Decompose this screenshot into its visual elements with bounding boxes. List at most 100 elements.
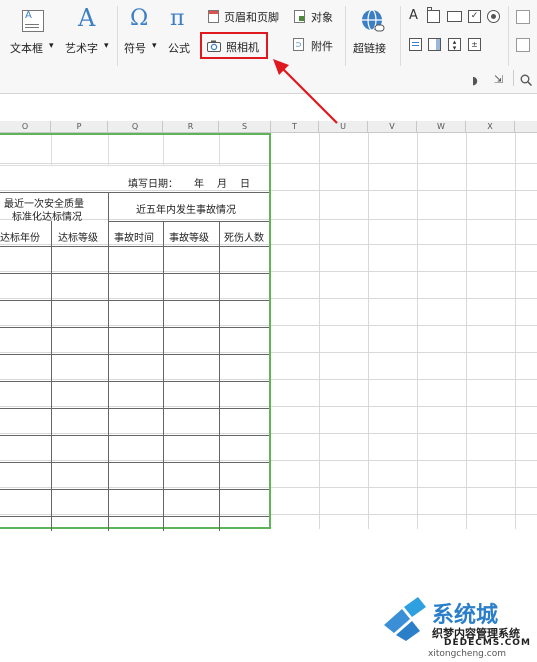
camera-icon (207, 40, 221, 52)
ribbon-separator (508, 6, 509, 66)
sub-header-cell: 达标年份 (0, 233, 40, 244)
ribbon-separator (400, 6, 401, 66)
column-header[interactable]: Q (108, 121, 163, 132)
attachment-icon: ⊃ (293, 38, 304, 51)
table-line (108, 221, 269, 222)
textbox-button[interactable]: A 文本框 ▾ (6, 4, 60, 62)
fill-date-label: 填写日期： (128, 179, 178, 190)
table-line (108, 192, 109, 531)
watermark-url: xitongcheng.com (428, 649, 506, 659)
header-footer-button[interactable]: 页眉和页脚 (206, 8, 290, 26)
table-line (163, 221, 164, 531)
table-line (0, 435, 269, 436)
column-header[interactable]: S (219, 121, 271, 132)
globe-link-icon (362, 9, 385, 32)
sub-header-cell: 达标等级 (58, 233, 98, 244)
spreadsheet-grid[interactable]: 填写日期： 年 月 日 最近一次安全质量 标准化达标情况 近五年内发生事故情况 … (0, 133, 537, 659)
column-header[interactable]: W (417, 121, 466, 132)
table-line (0, 462, 269, 463)
annotation-arrow (273, 59, 338, 124)
table-line (219, 135, 220, 165)
attachment-button[interactable]: ⊃ 附件 (292, 37, 340, 55)
grid-line (515, 133, 516, 529)
sub-header-cell: 事故等级 (169, 233, 209, 244)
column-header[interactable]: O (0, 121, 51, 132)
header-footer-icon (208, 10, 219, 23)
object-button[interactable]: 对象 (293, 8, 337, 26)
rectangle-control-icon[interactable] (447, 11, 462, 22)
scrollbar-control-icon[interactable]: ± (468, 38, 481, 51)
table-line (0, 408, 269, 409)
column-header[interactable]: X (466, 121, 515, 132)
table-line (0, 246, 269, 247)
header-right: 近五年内发生事故情况 (136, 205, 236, 216)
textbox-dropdown-icon: ▾ (49, 41, 54, 51)
table-line (0, 300, 269, 301)
watermark-site-2: DEDECMS.COM (444, 638, 531, 648)
checkbox-control-icon[interactable]: ✓ (468, 10, 481, 23)
month-label: 月 (217, 179, 227, 190)
formula-button[interactable]: π 公式 (164, 4, 198, 62)
ribbon-separator (117, 6, 118, 66)
windows-logo-icon (384, 597, 426, 641)
table-line (0, 381, 269, 382)
hyperlink-button[interactable]: 超链接 (349, 4, 397, 62)
table-line (0, 516, 269, 517)
wordart-button[interactable]: A 艺术字 ▾ (62, 4, 116, 62)
table-line (0, 489, 269, 490)
object-icon (294, 10, 305, 23)
table-line (0, 327, 269, 328)
grid-line (319, 133, 320, 529)
object-label: 对象 (311, 11, 333, 24)
table-line (0, 192, 269, 193)
expand-icon[interactable]: ⇲ (494, 73, 503, 86)
edit-window-icon[interactable] (516, 38, 530, 52)
watermark: 系统城 织梦内容管理系统 DEDECMS.COM xitongcheng.com (378, 589, 537, 662)
combobox-control-icon[interactable] (428, 38, 441, 51)
wordart-label: 艺术字 (65, 42, 98, 55)
day-label: 日 (240, 179, 250, 190)
symbol-dropdown-icon: ▾ (152, 41, 157, 51)
textbox-control-icon[interactable] (427, 7, 440, 23)
table-line (163, 135, 164, 165)
listbox-control-icon[interactable] (409, 38, 422, 51)
camera-snapshot-table[interactable]: 填写日期： 年 月 日 最近一次安全质量 标准化达标情况 近五年内发生事故情况 … (0, 133, 271, 531)
sub-header-cell: 事故时间 (114, 233, 154, 244)
header-left-line2: 标准化达标情况 (12, 212, 82, 223)
wordart-icon: A (78, 4, 96, 32)
table-line (0, 165, 269, 166)
symbol-button[interactable]: Ω 符号 ▾ (121, 4, 161, 62)
search-icon[interactable] (520, 74, 532, 86)
column-header[interactable]: P (51, 121, 108, 132)
symbol-label: 符号 (124, 42, 146, 55)
textbox-label: 文本框 (10, 42, 43, 55)
grid-line (417, 133, 418, 529)
pi-icon: π (170, 6, 185, 31)
radio-control-icon[interactable] (487, 10, 500, 23)
attachment-label: 附件 (311, 40, 333, 53)
ribbon-separator (513, 70, 514, 86)
table-line (51, 221, 52, 531)
omega-icon: Ω (130, 6, 149, 31)
spinner-control-icon[interactable]: ▴ ▾ (448, 38, 461, 52)
column-header[interactable]: R (163, 121, 219, 132)
window-icon[interactable] (516, 10, 530, 24)
camera-label: 照相机 (226, 41, 259, 54)
hyperlink-label: 超链接 (353, 42, 386, 55)
table-line (219, 221, 220, 531)
table-line (0, 273, 269, 274)
camera-button[interactable]: 照相机 (200, 32, 268, 59)
year-label: 年 (194, 179, 204, 190)
grid-line (368, 133, 369, 529)
formula-label: 公式 (168, 42, 190, 55)
grid-line (466, 133, 467, 529)
table-line (51, 135, 52, 165)
table-line (0, 354, 269, 355)
header-footer-label: 页眉和页脚 (224, 11, 279, 24)
table-line (108, 135, 109, 165)
textbox-icon: A (22, 10, 44, 32)
label-control-icon[interactable]: A (409, 8, 418, 23)
wordart-dropdown-icon: ▾ (104, 41, 109, 51)
design-mode-icon[interactable]: ◗ (472, 74, 478, 87)
sub-header-cell: 死伤人数 (224, 233, 264, 244)
